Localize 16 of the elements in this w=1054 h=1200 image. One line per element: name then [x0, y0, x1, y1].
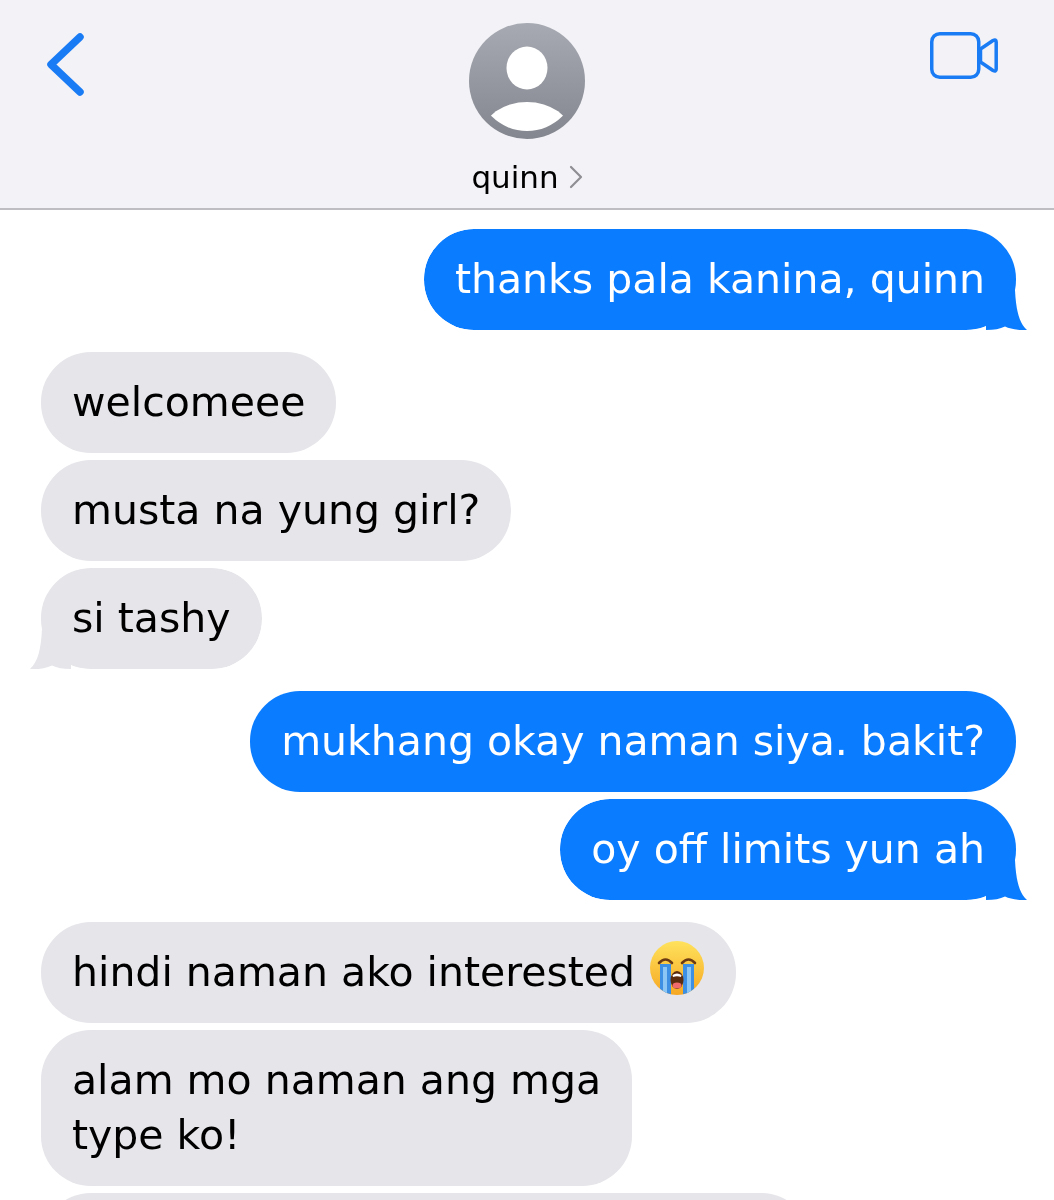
back-button[interactable] [45, 32, 85, 97]
crying-face-icon [649, 940, 706, 996]
message-text: musta na yung girl? [72, 486, 481, 534]
message-text: welcomeee [72, 378, 306, 426]
chevron-left-icon [45, 32, 85, 97]
message-text: si tashy [72, 594, 231, 642]
message-text: thanks pala kanina, quinn [454, 255, 985, 303]
video-camera-icon [930, 32, 998, 79]
message-text: alam mo naman ang mga type ko! [72, 1056, 602, 1159]
message-text: oy off limits yun ah [591, 825, 985, 873]
chevron-right-icon [568, 165, 583, 189]
message-text: mukhang okay naman siya. bakit? [281, 717, 985, 765]
message-text: hindi naman ako interested [72, 948, 636, 996]
contact-name-button[interactable]: quinn [471, 157, 583, 197]
video-call-button[interactable] [930, 32, 998, 79]
avatar-icon[interactable] [469, 23, 585, 139]
